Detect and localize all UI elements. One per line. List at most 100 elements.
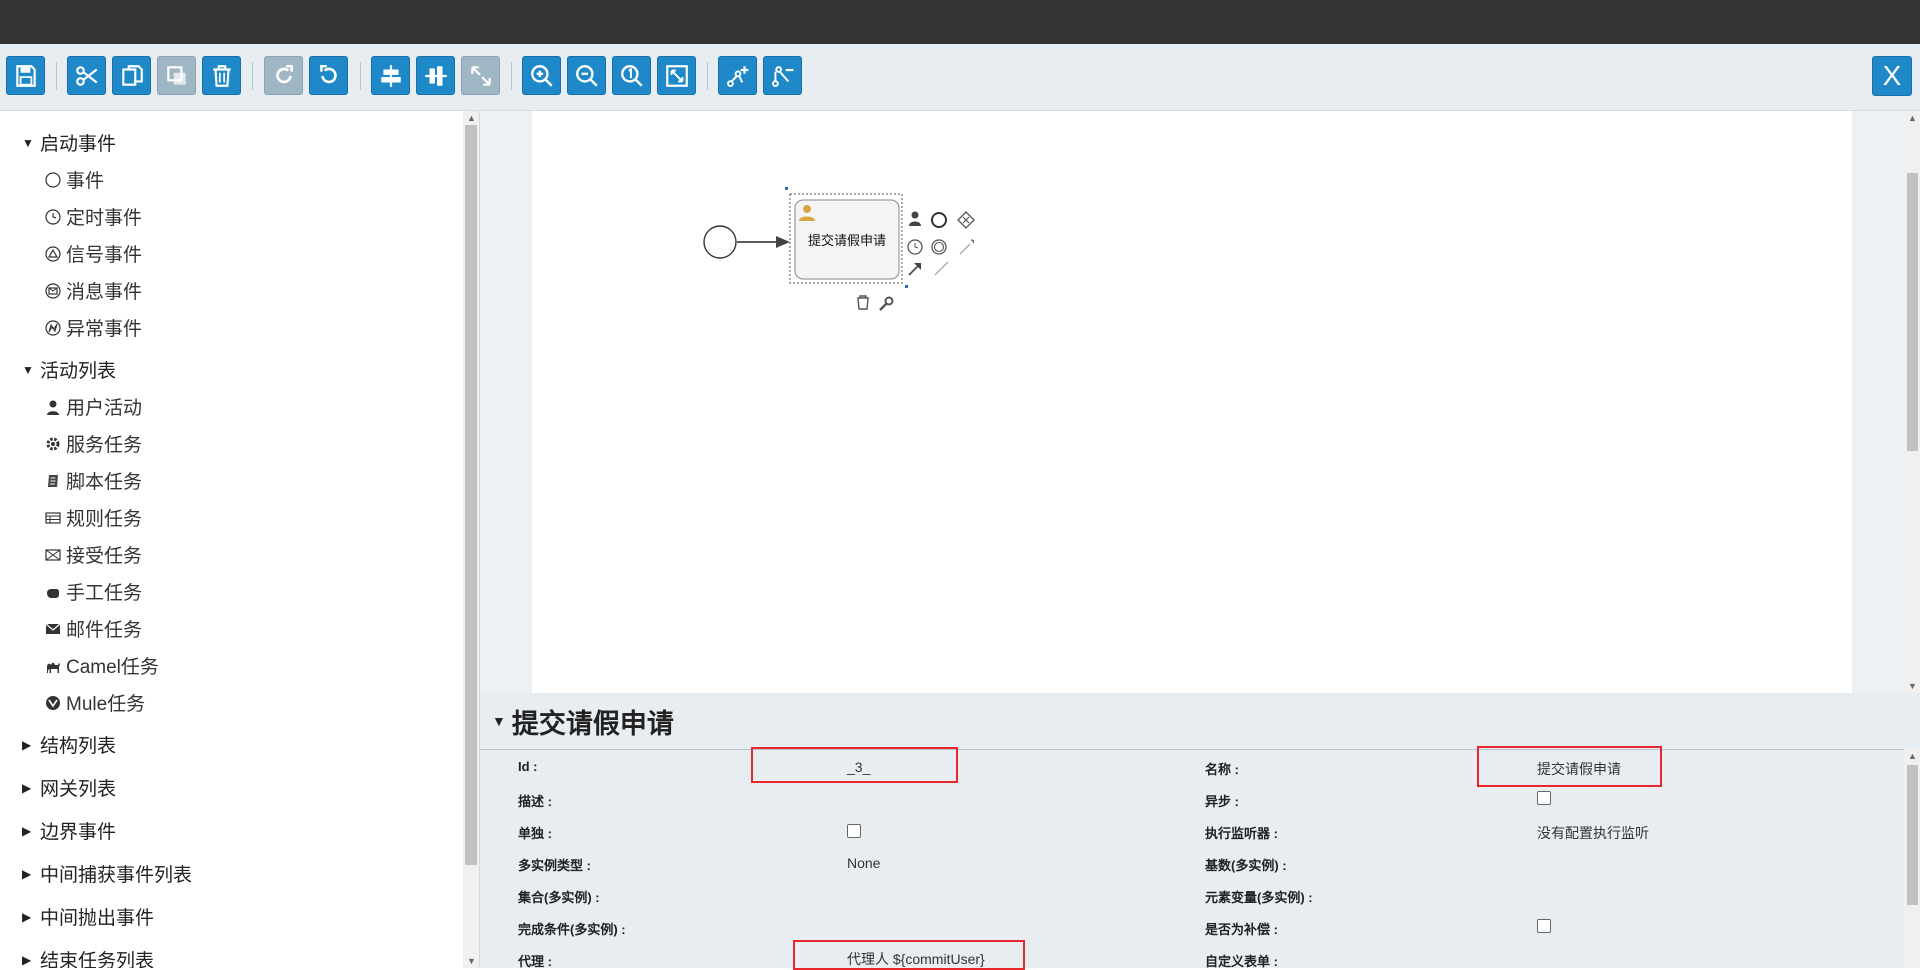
fit-icon <box>665 64 688 87</box>
diagram-sheet[interactable]: 提交请假申请 <box>532 111 1852 693</box>
redo-icon <box>275 64 293 83</box>
shape-palette: ▼ 启动事件 事件 定时事件 信号事件 消息事件 异常事件 ▼ 活动列表 用户活动 … <box>0 111 463 968</box>
properties-scroll-thumb[interactable] <box>1907 765 1918 905</box>
zoom-fit-button[interactable] <box>657 56 696 95</box>
timer-icon[interactable] <box>907 239 923 255</box>
palette-group-start-events[interactable]: ▼ 启动事件 <box>22 129 116 156</box>
association-icon[interactable] <box>959 239 974 255</box>
user-icon[interactable] <box>909 211 921 227</box>
script-icon <box>44 472 62 490</box>
scroll-down-icon[interactable]: ▼ <box>467 956 476 966</box>
highlight-box-name <box>1477 746 1662 787</box>
prop-async-checkbox[interactable] <box>1537 791 1551 805</box>
palette-group-structures[interactable]: ▶ 结构列表 <box>22 731 116 758</box>
palette-item-signal-event[interactable]: 信号事件 <box>44 240 142 267</box>
properties-title: 提交请假申请 <box>511 708 674 739</box>
prop-label-execution-listeners: 执行监听器 : <box>1205 826 1278 841</box>
palette-item-business-rule-task[interactable]: 规则任务 <box>44 504 142 531</box>
paste-button[interactable] <box>157 56 196 95</box>
intermediate-event-icon[interactable] <box>931 239 947 255</box>
trash-icon <box>212 64 231 87</box>
chevron-right-icon: ▶ <box>22 780 32 795</box>
palette-item-event[interactable]: 事件 <box>44 166 104 193</box>
resize-handle[interactable] <box>905 285 908 288</box>
palette-item-error-event[interactable]: 异常事件 <box>44 314 142 341</box>
align-horizontal-button[interactable] <box>371 56 410 95</box>
mule-icon <box>44 694 62 712</box>
gateway-icon[interactable] <box>957 211 975 229</box>
copy-icon <box>121 64 143 86</box>
align-vertical-button[interactable] <box>416 56 455 95</box>
timer-icon <box>44 208 62 226</box>
highlight-box-assignment <box>793 940 1025 970</box>
palette-group-intermediate-catch-events[interactable]: ▶ 中间捕获事件列表 <box>22 860 192 887</box>
palette-item-manual-task[interactable]: 手工任务 <box>44 578 142 605</box>
scroll-down-icon[interactable]: ▼ <box>1908 681 1917 691</box>
palette-item-service-task[interactable]: 服务任务 <box>44 430 142 457</box>
palette-item-script-task[interactable]: 脚本任务 <box>44 467 142 494</box>
same-size-button[interactable] <box>461 56 500 95</box>
palette-item-user-task[interactable]: 用户活动 <box>44 393 142 420</box>
scroll-up-icon[interactable]: ▲ <box>1908 113 1917 123</box>
start-event-shape[interactable] <box>703 225 737 259</box>
palette-group-gateways[interactable]: ▶ 网关列表 <box>22 774 116 801</box>
palette-group-end-events[interactable]: ▶ 结束任务列表 <box>22 946 154 968</box>
message-icon <box>44 282 62 300</box>
copy-button[interactable] <box>112 56 151 95</box>
paste-icon <box>166 65 186 85</box>
undo-button[interactable] <box>309 56 348 95</box>
signal-icon <box>44 245 62 263</box>
palette-scrollbar[interactable]: ▲ ▼ <box>463 111 479 968</box>
connect-arrow-icon[interactable] <box>908 263 921 276</box>
prop-value-execution-listeners[interactable]: 没有配置执行监听 <box>1537 823 1649 843</box>
save-button[interactable] <box>6 56 45 95</box>
palette-item-mule-task[interactable]: Mule任务 <box>44 689 145 716</box>
prop-compensation-checkbox[interactable] <box>1537 919 1551 933</box>
palette-item-receive-task[interactable]: 接受任务 <box>44 541 142 568</box>
line-icon[interactable] <box>934 261 949 276</box>
trash-icon[interactable] <box>857 295 869 310</box>
prop-label-description: 描述 : <box>518 794 552 809</box>
add-bendpoint-button[interactable] <box>718 56 757 95</box>
zoom-in-button[interactable] <box>522 56 561 95</box>
palette-scroll-thumb[interactable] <box>465 125 477 865</box>
delete-button[interactable] <box>202 56 241 95</box>
palette-item-mail-task[interactable]: 邮件任务 <box>44 615 142 642</box>
remove-bendpoint-button[interactable] <box>763 56 802 95</box>
zoom-in-icon <box>530 64 553 87</box>
prop-value-multi-instance-type[interactable]: None <box>847 855 880 871</box>
camel-icon <box>44 657 62 675</box>
canvas-scroll-thumb[interactable] <box>1907 173 1918 451</box>
remove-bendpoint-icon <box>771 65 793 87</box>
prop-label-async: 异步 : <box>1205 794 1239 809</box>
palette-group-boundary-events[interactable]: ▶ 边界事件 <box>22 817 116 844</box>
properties-scrollbar[interactable]: ▲ <box>1904 749 1920 968</box>
properties-header[interactable]: ▼ 提交请假申请 <box>480 693 1920 750</box>
prop-label-exclusive: 单独 : <box>518 826 552 841</box>
sequence-flow-arrowhead <box>776 236 790 248</box>
prop-exclusive-checkbox[interactable] <box>847 824 861 838</box>
undo-icon <box>319 64 337 83</box>
redo-button[interactable] <box>264 56 303 95</box>
zoom-actual-button[interactable] <box>612 56 651 95</box>
zoom-out-button[interactable] <box>567 56 606 95</box>
palette-group-intermediate-throw-events[interactable]: ▶ 中间抛出事件 <box>22 903 154 930</box>
user-icon <box>44 398 62 416</box>
palette-group-activities[interactable]: ▼ 活动列表 <box>22 356 116 383</box>
end-event-icon[interactable] <box>931 212 947 228</box>
palette-item-message-event[interactable]: 消息事件 <box>44 277 142 304</box>
resize-handle[interactable] <box>785 187 788 190</box>
canvas-scrollbar[interactable]: ▲ ▼ <box>1904 111 1920 693</box>
wrench-icon[interactable] <box>879 296 894 311</box>
palette-item-timer-event[interactable]: 定时事件 <box>44 203 142 230</box>
chevron-down-icon: ▼ <box>22 362 34 377</box>
scroll-up-icon[interactable]: ▲ <box>1908 751 1917 761</box>
scroll-up-icon[interactable]: ▲ <box>467 113 476 123</box>
prop-label-name: 名称 : <box>1205 762 1239 777</box>
cut-button[interactable] <box>67 56 106 95</box>
align-vertical-icon <box>424 65 447 86</box>
save-icon <box>15 64 36 87</box>
close-button[interactable]: X <box>1872 56 1912 96</box>
diagram-canvas[interactable]: 提交请假申请 ▲ ▼ <box>479 111 1920 693</box>
palette-item-camel-task[interactable]: Camel任务 <box>44 652 159 679</box>
